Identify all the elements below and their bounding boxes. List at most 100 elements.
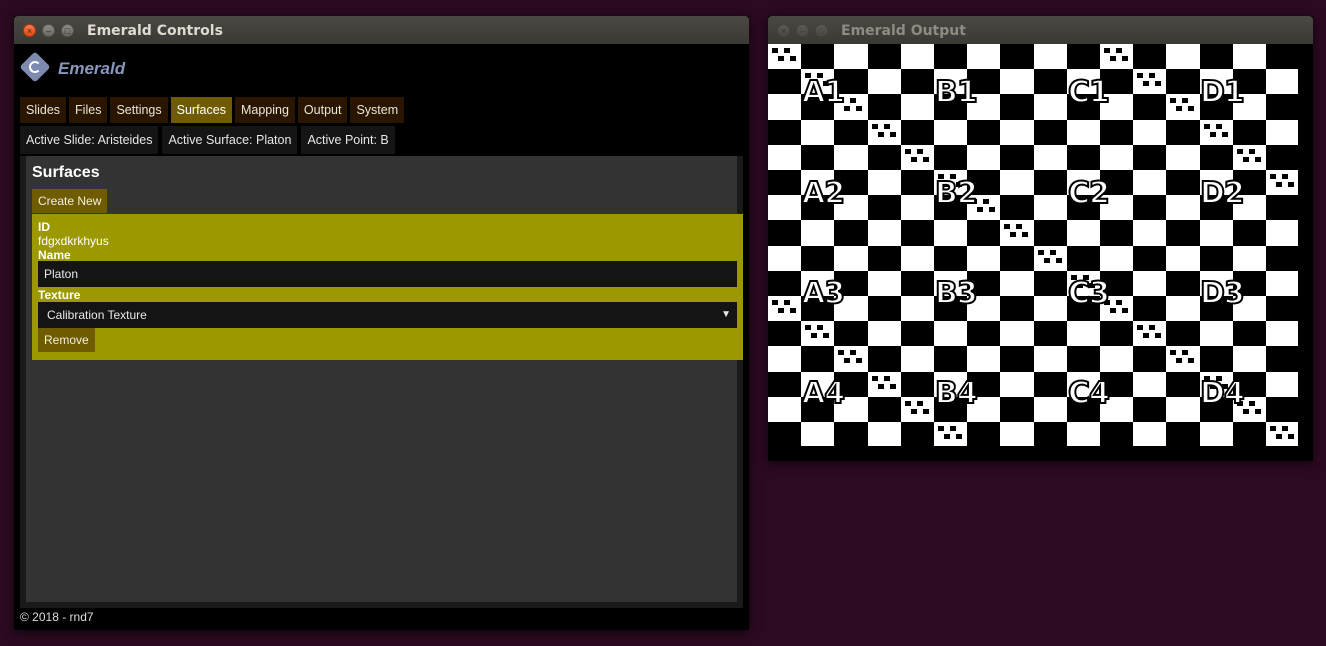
- pattern-dot: [1143, 333, 1150, 339]
- maximize-icon[interactable]: □: [815, 24, 828, 37]
- minimize-icon[interactable]: –: [42, 24, 55, 37]
- pattern-dot: [838, 350, 845, 356]
- checker-cell: [1000, 396, 1034, 422]
- checker-cell: [768, 321, 802, 347]
- pattern-dot: [1110, 56, 1116, 61]
- checker-cell: [900, 119, 934, 145]
- tab-slides[interactable]: Slides: [20, 97, 67, 123]
- pattern-dot: [904, 400, 911, 406]
- pattern-dot: [883, 123, 890, 129]
- pattern-dot: [823, 333, 830, 339]
- pattern-dot: [944, 434, 950, 439]
- pattern-dot: [871, 123, 878, 129]
- pattern-dot: [1276, 434, 1282, 439]
- brand: Emerald: [19, 51, 180, 84]
- texture-select[interactable]: Calibration Texture ▼: [38, 302, 737, 328]
- checker-cell: [768, 422, 802, 446]
- checker-cell: [1166, 119, 1200, 145]
- grid-label-d1: D1: [1199, 74, 1246, 111]
- checker-cell: [1033, 69, 1067, 95]
- pattern-dot: [938, 426, 944, 431]
- checker-cell: [934, 245, 968, 271]
- calibration-texture: A1 B1 C1 D1 A2 B2 C2 D2 A3 B3 C3 D3 A4 B4 C4 D4: [768, 44, 1298, 446]
- checker-cell: [1033, 422, 1067, 446]
- checker-cell: [1266, 346, 1298, 372]
- tab-output[interactable]: Output: [297, 97, 348, 123]
- checker-cell: [1000, 44, 1034, 70]
- checker-cell: [900, 170, 934, 196]
- close-icon[interactable]: ×: [23, 24, 36, 37]
- close-icon[interactable]: ×: [777, 24, 790, 37]
- pattern-dot: [1270, 174, 1276, 179]
- name-input[interactable]: Platon: [38, 261, 737, 287]
- active-slide-status: Active Slide: Aristeides: [20, 126, 159, 154]
- checker-cell: [1166, 270, 1200, 296]
- checker-cell: [967, 422, 1001, 446]
- pattern-dot: [844, 358, 851, 364]
- pattern-dot: [790, 56, 796, 61]
- pattern-dot: [1221, 131, 1228, 137]
- checker-cell: [1266, 144, 1298, 170]
- checker-cell: [1000, 346, 1034, 372]
- pattern-dot: [1270, 426, 1276, 431]
- status-bar: Active Slide: Aristeides Active Surface:…: [20, 126, 399, 154]
- pattern-dot: [1170, 98, 1177, 104]
- create-new-button[interactable]: Create New: [32, 189, 108, 213]
- grid-label-b1: B1: [934, 74, 979, 111]
- checker-cell: [1199, 245, 1233, 271]
- checker-cell: [1066, 144, 1100, 170]
- tab-mapping[interactable]: Mapping: [234, 97, 295, 123]
- pattern-dot: [1022, 232, 1029, 238]
- checker-cell: [1266, 195, 1298, 221]
- pattern-dot: [1137, 73, 1144, 79]
- pattern-dot: [883, 375, 890, 381]
- output-titlebar[interactable]: × – □ Emerald Output: [768, 16, 1313, 44]
- checker-cell: [1133, 44, 1167, 70]
- pattern-dot: [1055, 257, 1062, 263]
- checker-cell: [1000, 144, 1034, 170]
- checker-cell: [934, 144, 968, 170]
- window-title: Emerald Controls: [87, 23, 223, 39]
- checker-cell: [1232, 422, 1266, 446]
- tab-settings[interactable]: Settings: [110, 97, 168, 123]
- pattern-dot: [922, 408, 929, 414]
- pattern-dot: [871, 375, 878, 381]
- checker-cell: [1100, 422, 1134, 446]
- pattern-dot: [778, 56, 784, 61]
- checker-cell: [1266, 296, 1298, 322]
- tab-surfaces[interactable]: Surfaces: [170, 97, 232, 123]
- checker-cell: [1166, 220, 1200, 246]
- pattern-dot: [950, 426, 956, 431]
- pattern-dot: [856, 106, 863, 112]
- pattern-dot: [1209, 131, 1216, 137]
- tab-files[interactable]: Files: [69, 97, 108, 123]
- grid-label-b4: B4: [934, 375, 979, 412]
- checker-cell: [1133, 396, 1167, 422]
- checker-cell: [867, 144, 901, 170]
- tab-system[interactable]: System: [350, 97, 405, 123]
- pattern-dot: [922, 156, 929, 162]
- controls-titlebar[interactable]: × – □ Emerald Controls: [14, 16, 749, 44]
- checker-cell: [967, 321, 1001, 347]
- checker-cell: [867, 296, 901, 322]
- checker-cell: [768, 220, 802, 246]
- pattern-dot: [983, 199, 990, 205]
- maximize-icon[interactable]: □: [61, 24, 74, 37]
- checker-cell: [900, 270, 934, 296]
- grid-label-c2: C2: [1067, 175, 1111, 212]
- panel-title: Surfaces: [32, 164, 100, 181]
- remove-button[interactable]: Remove: [38, 328, 95, 352]
- pattern-dot: [1149, 73, 1156, 79]
- pattern-dot: [1116, 48, 1122, 53]
- minimize-icon[interactable]: –: [796, 24, 809, 37]
- texture-label: Texture: [38, 288, 81, 302]
- grid-label-c4: C4: [1067, 375, 1111, 412]
- checker-cell: [768, 270, 802, 296]
- output-window: × – □ Emerald Output A1 B1 C1 D1 A2 B2 C2 D2 A3 B…: [768, 16, 1313, 461]
- checker-cell: [1266, 44, 1298, 70]
- checker-cell: [834, 422, 868, 446]
- checker-cell: [934, 346, 968, 372]
- pattern-dot: [1242, 156, 1249, 162]
- id-value: fdgxdkrkhyus: [38, 234, 109, 248]
- pattern-dot: [1037, 249, 1044, 255]
